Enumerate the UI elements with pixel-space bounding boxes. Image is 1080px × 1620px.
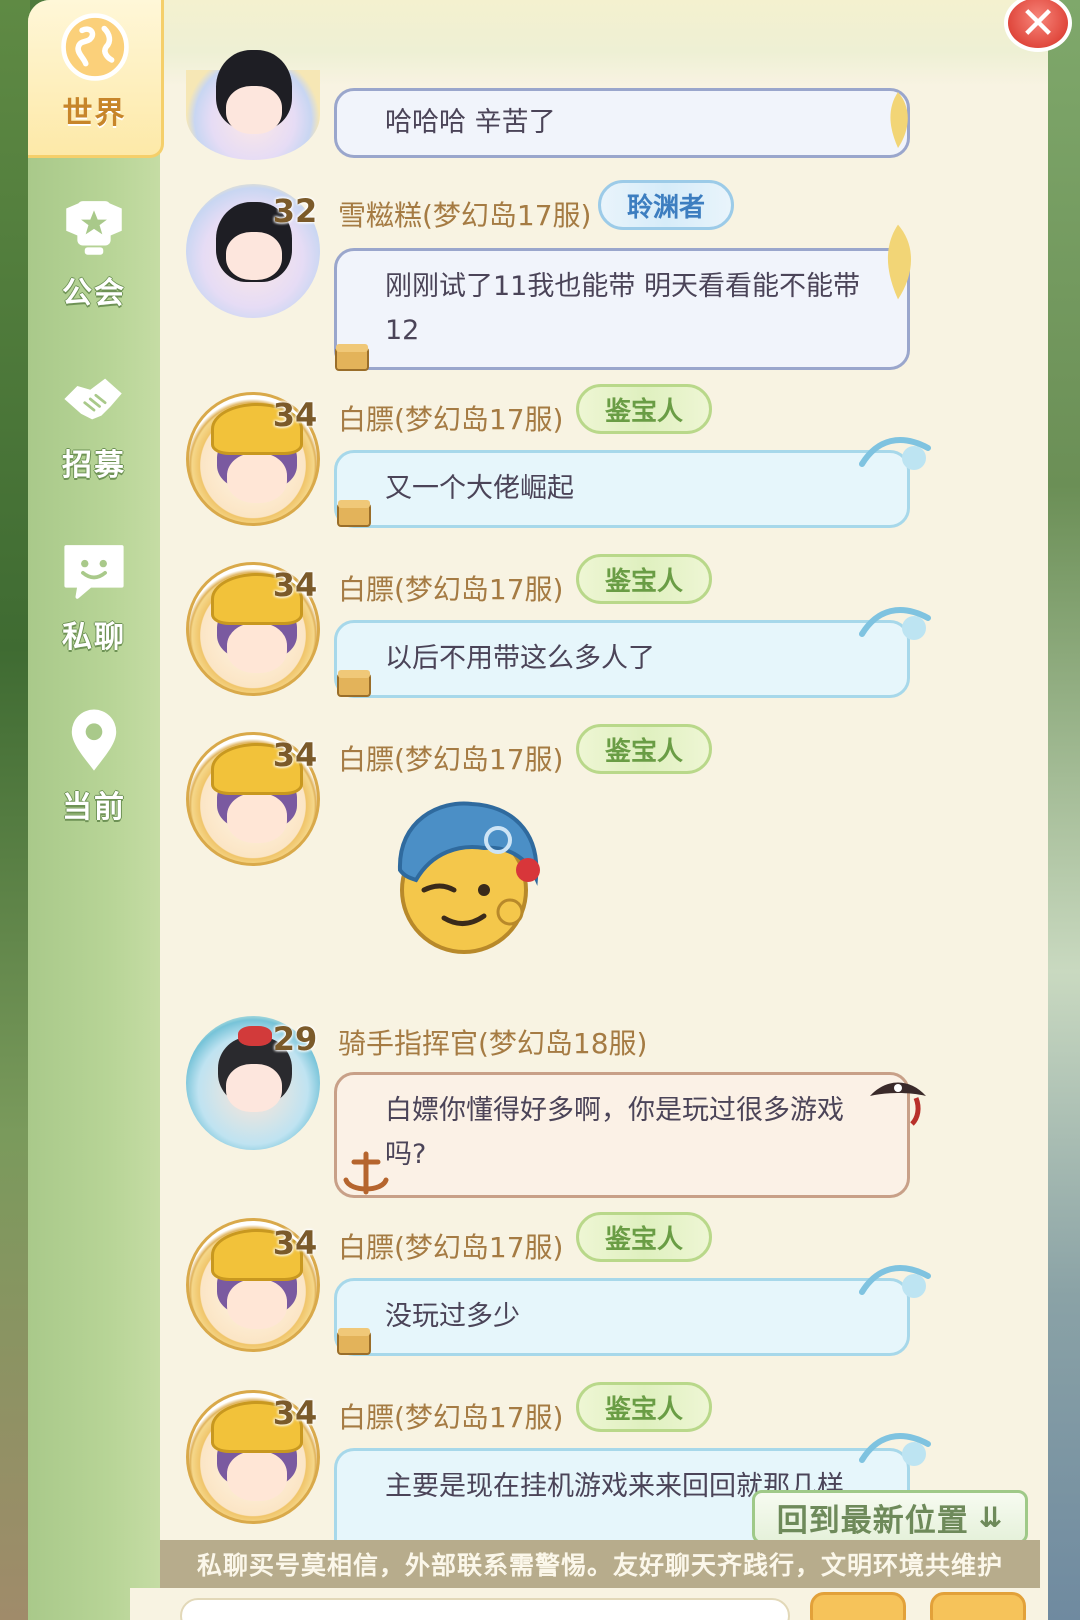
title-badge: 鉴宝人 (576, 384, 713, 434)
player-level: 32 (272, 192, 318, 230)
player-name[interactable]: 骑手指挥官(梦幻岛18服) (338, 1022, 647, 1062)
player-level: 34 (272, 396, 318, 434)
treasure-chest-icon (337, 500, 371, 527)
jellyfish-wave-icon (859, 437, 931, 470)
cool-face-sticker-icon[interactable] (380, 790, 550, 960)
player-level: 34 (272, 736, 318, 774)
back-to-latest-label: 回到最新位置 (776, 1502, 969, 1539)
message-bubble: 哈哈哈 辛苦了 (334, 88, 910, 158)
fish-ornament-icon (890, 92, 908, 148)
player-level: 34 (272, 1224, 318, 1262)
treasure-chest-icon (337, 670, 371, 697)
chat-input-row (130, 1588, 1048, 1620)
send-button[interactable] (810, 1592, 906, 1620)
treasure-chest-icon (337, 1328, 371, 1355)
player-level: 29 (272, 1020, 318, 1058)
chat-input[interactable] (180, 1598, 790, 1620)
player-name[interactable]: 白膘(梦幻岛17服) (338, 738, 563, 778)
back-to-latest-button[interactable]: 回到最新位置 ⇊ (752, 1490, 1028, 1544)
message-bubble: 刚刚试了11我也能带 明天看看能不能带12 (334, 248, 910, 370)
player-level: 34 (272, 566, 318, 604)
fish-ornament-icon (887, 224, 912, 300)
message-bubble: 没玩过多少 (334, 1278, 910, 1356)
message-text: 没玩过多少 (385, 1301, 520, 1332)
message-text: 又一个大佬崛起 (385, 473, 574, 504)
safety-notice-text: 私聊买号莫相信，外部联系需警惕。友好聊天齐践行，文明环境共维护 (196, 1551, 1003, 1580)
message-text: 以后不用带这么多人了 (385, 643, 655, 674)
title-badge: 鉴宝人 (576, 1382, 713, 1432)
player-level: 34 (272, 1394, 318, 1432)
player-name[interactable]: 白膘(梦幻岛17服) (338, 1396, 563, 1436)
avatar[interactable] (186, 50, 320, 160)
message-bubble: 以后不用带这么多人了 (334, 620, 910, 698)
pirate-hat-icon (870, 1082, 926, 1126)
jellyfish-wave-icon (859, 1433, 931, 1466)
player-name[interactable]: 雪糍糕(梦幻岛17服) (338, 194, 591, 234)
message-bubble: 又一个大佬崛起 (334, 450, 910, 528)
anchor-icon (343, 1151, 389, 1195)
message-text: 哈哈哈 辛苦了 (385, 107, 556, 138)
treasure-chest-icon (335, 344, 369, 371)
player-name[interactable]: 白膘(梦幻岛17服) (338, 1226, 563, 1266)
message-text: 白嫖你懂得好多啊，你是玩过很多游戏吗? (385, 1095, 844, 1170)
double-chevron-down-icon: ⇊ (978, 1500, 1004, 1534)
message-list[interactable]: 哈哈哈 辛苦了 32 雪糍糕(梦幻岛17服) 聆渊者 刚刚试了11我也能带 明天… (0, 0, 1080, 1540)
safety-notice: 私聊买号莫相信，外部联系需警惕。友好聊天齐践行，文明环境共维护 (160, 1540, 1040, 1588)
title-badge: 鉴宝人 (576, 554, 713, 604)
title-badge: 鉴宝人 (576, 724, 713, 774)
message-text: 刚刚试了11我也能带 明天看看能不能带12 (385, 271, 860, 346)
player-name[interactable]: 白膘(梦幻岛17服) (338, 568, 563, 608)
message-bubble: 白嫖你懂得好多啊，你是玩过很多游戏吗? (334, 1072, 910, 1198)
title-badge: 鉴宝人 (576, 1212, 713, 1262)
player-name[interactable]: 白膘(梦幻岛17服) (338, 398, 563, 438)
title-badge: 聆渊者 (598, 180, 735, 230)
emoji-button[interactable] (930, 1592, 1026, 1620)
jellyfish-wave-icon (859, 1265, 931, 1298)
jellyfish-wave-icon (859, 607, 931, 640)
